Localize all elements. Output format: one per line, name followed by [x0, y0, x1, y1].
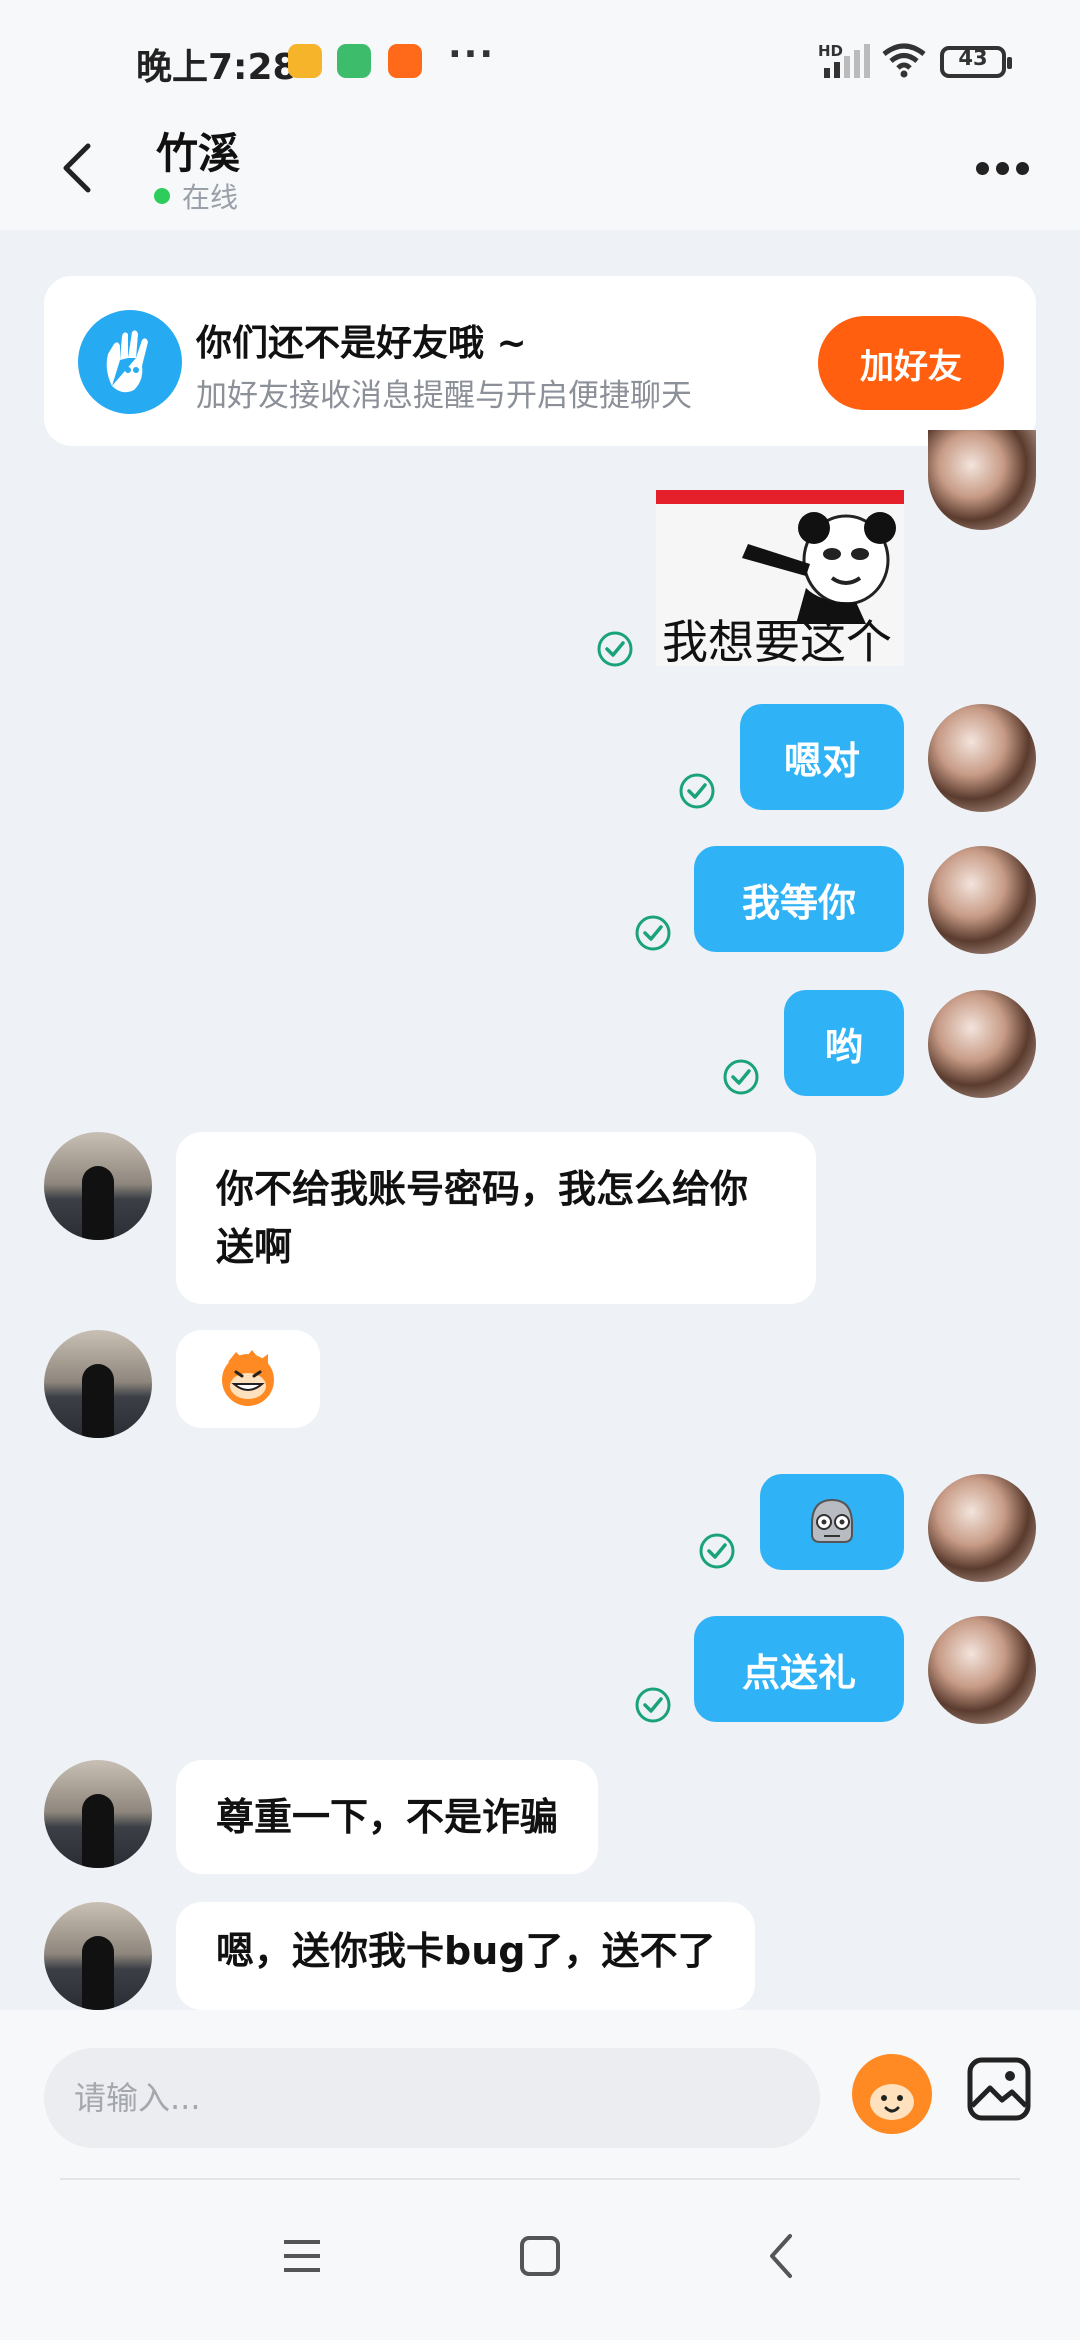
- battery-icon: 43: [940, 46, 1012, 78]
- divider: [60, 2178, 1020, 2180]
- signal-icon: [824, 44, 870, 78]
- message-bubble-outgoing[interactable]: 我等你: [694, 846, 904, 952]
- message-input-bar: [0, 2010, 1080, 2186]
- recent-apps-icon[interactable]: [282, 2238, 322, 2274]
- nav-back-icon[interactable]: [766, 2232, 796, 2280]
- message-bubble-incoming[interactable]: 嗯，送你我卡bug了，送不了: [176, 1902, 756, 2010]
- online-status-text: 在线: [182, 181, 239, 214]
- more-options-icon[interactable]: [976, 160, 1030, 180]
- message-bubble-outgoing[interactable]: 嗯对: [740, 704, 904, 810]
- waving-hand-icon: [78, 310, 182, 414]
- my-avatar[interactable]: [928, 990, 1036, 1098]
- add-friend-banner: 你们还不是好友哦 ~ 加好友接收消息提醒与开启便捷聊天 加好友: [44, 276, 1036, 446]
- my-avatar[interactable]: [928, 430, 1036, 530]
- kuaishou-app-icon: [388, 44, 422, 78]
- notes-app-icon: [288, 44, 322, 78]
- sent-check-icon: [723, 1059, 759, 1095]
- contact-avatar[interactable]: [44, 1132, 152, 1240]
- battery-level: 43: [958, 46, 988, 70]
- sent-check-icon: [597, 631, 633, 667]
- sent-check-icon: [635, 1687, 671, 1723]
- contact-avatar[interactable]: [44, 1330, 152, 1438]
- sticker-caption: 我想要这个: [662, 615, 892, 666]
- chat-header: 竹溪 在线: [0, 110, 1080, 230]
- contact-name[interactable]: 竹溪: [156, 120, 240, 181]
- image-picker-icon[interactable]: [966, 2056, 1032, 2122]
- banner-subtitle: 加好友接收消息提醒与开启便捷聊天: [196, 378, 692, 414]
- message-bubble-incoming[interactable]: 你不给我账号密码，我怎么给你送啊: [176, 1132, 816, 1304]
- contact-avatar[interactable]: [44, 1760, 152, 1868]
- my-avatar[interactable]: [928, 1616, 1036, 1724]
- message-bubble-outgoing[interactable]: 点送礼: [694, 1616, 904, 1722]
- emoji-message-outgoing[interactable]: [760, 1474, 904, 1570]
- emoji-picker-icon[interactable]: [852, 2054, 932, 2134]
- sent-check-icon: [699, 1533, 735, 1569]
- contact-avatar[interactable]: [44, 1902, 152, 2010]
- more-notifications-icon: ···: [448, 34, 496, 75]
- my-avatar[interactable]: [928, 846, 1036, 954]
- message-bubble-outgoing[interactable]: 哟: [784, 990, 904, 1096]
- status-time: 晚上7:28: [136, 47, 298, 88]
- meme-sticker[interactable]: 我想要这个: [656, 490, 904, 666]
- my-avatar[interactable]: [928, 704, 1036, 812]
- wifi-icon: [882, 43, 926, 78]
- emoji-message-incoming[interactable]: [176, 1330, 320, 1428]
- system-nav-bar: [0, 2186, 1080, 2340]
- message-input[interactable]: [44, 2048, 820, 2148]
- my-avatar[interactable]: [928, 1474, 1036, 1582]
- online-status-dot: [154, 188, 170, 204]
- iqiyi-app-icon: [337, 44, 371, 78]
- add-friend-button[interactable]: 加好友: [818, 316, 1004, 410]
- status-bar: 晚上7:28 ··· HD 43: [0, 0, 1080, 110]
- message-bubble-incoming[interactable]: 尊重一下，不是诈骗: [176, 1760, 599, 1874]
- back-arrow-icon[interactable]: [54, 138, 102, 198]
- banner-title: 你们还不是好友哦 ~: [196, 323, 527, 364]
- grinning-monkey-emoji: [222, 1350, 274, 1406]
- skull-emoji: [811, 1498, 853, 1543]
- sent-check-icon: [635, 915, 671, 951]
- home-icon[interactable]: [520, 2236, 560, 2276]
- sent-check-icon: [679, 773, 715, 809]
